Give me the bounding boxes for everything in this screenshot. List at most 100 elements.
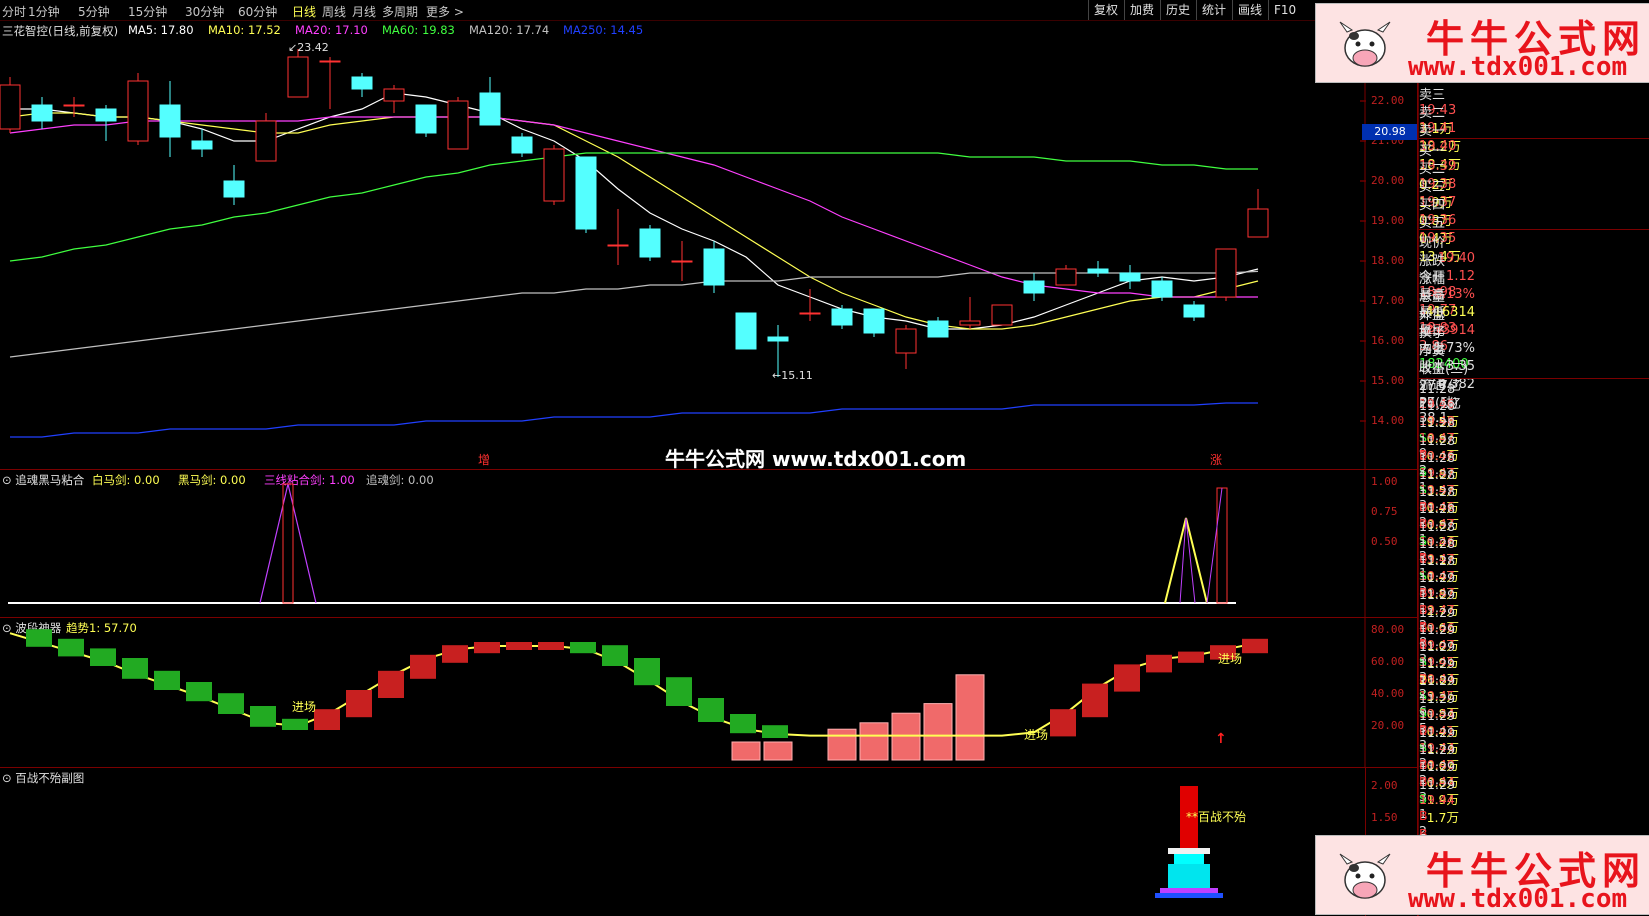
quote-panel: 卖三 19.43 3.1万 卖二 19.41 38.2万 卖一 19.40 18.4万 买一 19…	[1418, 82, 1649, 916]
tick-time: 11:29	[1419, 725, 1456, 740]
current-price-tag: 20.98	[1362, 124, 1418, 140]
period-tab-8[interactable]: 月线	[352, 3, 376, 20]
wave-green-block	[154, 670, 180, 690]
toolbar-button-1[interactable]: 加费	[1124, 0, 1159, 20]
toolbar-button-5[interactable]: F10	[1268, 0, 1301, 20]
tick-time: 11:29	[1419, 570, 1456, 586]
candle-body	[223, 180, 245, 198]
period-tab-2[interactable]: 5分钟	[78, 3, 110, 20]
tick-time: 11:29	[1419, 639, 1456, 654]
wave-green-block	[698, 698, 724, 722]
tick-row: 11:29 19.45 26.8万 S 6	[1419, 639, 1649, 718]
stat-row-3: 总量 416314 量比 3.86	[1419, 286, 1649, 354]
watermark-url: www.tdx001.com	[1408, 884, 1628, 914]
candle-body	[735, 312, 757, 350]
candle-body	[127, 80, 149, 142]
wave-red-block	[1178, 651, 1204, 663]
period-tab-10[interactable]: 更多 >	[426, 3, 464, 20]
candle-body	[1215, 248, 1237, 298]
cow-logo-icon	[1339, 21, 1391, 67]
center-watermark: 牛牛公式网 www.tdx001.com	[665, 447, 967, 471]
entry-label-1: 进场	[292, 700, 317, 714]
wave-green-block	[666, 677, 692, 706]
sub3-axis-tick: 1.50	[1371, 811, 1398, 824]
period-tab-6[interactable]: 日线	[292, 3, 316, 20]
wave-green-block	[570, 642, 596, 654]
wave-volume-bar	[827, 728, 857, 761]
zhang-marker: 涨	[1210, 453, 1223, 467]
heima-indicator-chart[interactable]	[0, 470, 1418, 617]
candle-body	[1183, 304, 1205, 318]
candle-body	[831, 308, 853, 326]
tick-time: 11:28	[1419, 535, 1456, 551]
tick-price: 19.44	[1419, 791, 1455, 807]
buy-row-3: 买四 19.36 0.4万	[1419, 194, 1649, 247]
up-arrow-icon: ↑	[1215, 731, 1227, 747]
wave-green-block	[602, 645, 628, 666]
stat-label: 涨跌	[1419, 254, 1446, 269]
candlestick-chart[interactable]	[0, 21, 1418, 469]
candle-body	[479, 92, 501, 126]
price-axis-tick: 17.00	[1371, 294, 1405, 307]
tick-time: 11:29	[1419, 656, 1456, 672]
tick-time: 11:29	[1419, 690, 1456, 706]
wave-red-block	[1082, 683, 1108, 718]
period-tab-0[interactable]: 分时	[2, 3, 26, 20]
period-tab-4[interactable]: 30分钟	[185, 3, 224, 20]
period-tab-1[interactable]: 1分钟	[28, 3, 60, 20]
candle-body	[1023, 280, 1045, 294]
period-tab-5[interactable]: 60分钟	[238, 3, 277, 20]
tick-time: 11:28	[1419, 415, 1456, 431]
sub-panel-wave: ⊙ 波段神器 趋势1: 57.70 进场 进场 进场 ↑ 80.00 60.00 4…	[0, 618, 1418, 767]
buy-label: 买四	[1419, 198, 1446, 213]
entry-label-3: 进场	[1218, 652, 1243, 666]
candle-body	[1247, 208, 1269, 238]
candle-body	[703, 248, 725, 286]
tick-time: 11:28	[1419, 518, 1456, 534]
price-axis-tick: 14.00	[1371, 414, 1405, 427]
stat-row-2: 涨幅 6.13% 最低 18.83	[1419, 268, 1649, 336]
buy-row-2: 买三 19.37 0.8万	[1419, 176, 1649, 229]
quote-divider-2	[1419, 229, 1649, 230]
wave-indicator-chart[interactable]	[0, 618, 1418, 767]
stat-label: 外盘	[1419, 308, 1446, 323]
tick-row: 11:29 19.47 1.9万 B 2	[1419, 622, 1649, 701]
tick-time: 11:28	[1419, 501, 1456, 517]
wave-red-block	[506, 642, 532, 650]
stat-row-6: 净资 3.35 流通 24.1亿	[1419, 340, 1649, 412]
toolbar-button-2[interactable]: 历史	[1160, 0, 1195, 20]
wave-green-block	[250, 706, 276, 727]
sub1-axis: 1.00 0.75 0.50	[1365, 470, 1418, 617]
toolbar-button-4[interactable]: 画线	[1232, 0, 1267, 20]
tick-time: 11:29	[1419, 707, 1456, 723]
tick-time: 11:28	[1419, 449, 1456, 465]
tick-time: 11:28	[1419, 484, 1456, 500]
period-tab-9[interactable]: 多周期	[382, 3, 418, 20]
period-tab-3[interactable]: 15分钟	[128, 3, 167, 20]
tick-volume: 1.7万	[1426, 809, 1459, 825]
buy-label: 买一	[1419, 144, 1446, 159]
ma5-line	[10, 92, 1259, 330]
period-tab-7[interactable]: 周线	[322, 3, 346, 20]
wave-red-block	[538, 642, 564, 650]
candle-body	[511, 136, 533, 154]
baizhan-label: **百战不殆	[1186, 810, 1247, 824]
wave-red-block	[410, 654, 436, 679]
toolbar-button-3[interactable]: 统计	[1196, 0, 1231, 20]
candle-body	[991, 304, 1013, 326]
candle-body	[799, 312, 821, 315]
price-axis-tick: 16.00	[1371, 334, 1405, 347]
price-axis-tick: 15.00	[1371, 374, 1405, 387]
candle-body	[671, 260, 693, 263]
sell-label: 卖二	[1419, 106, 1446, 121]
toolbar-button-0[interactable]: 复权	[1088, 0, 1123, 20]
wave-volume-bar	[955, 674, 985, 761]
tick-time: 11:29	[1419, 759, 1456, 775]
candle-body	[415, 104, 437, 134]
candle-body	[191, 140, 213, 150]
sell-row-1: 卖二 19.41 38.2万	[1419, 102, 1649, 155]
wave-volume-bar	[731, 741, 761, 761]
tick-row: 11:28 19.46 9.5万 S 9	[1419, 381, 1649, 460]
candle-body	[351, 76, 373, 90]
tick-time: 11:28	[1419, 432, 1456, 448]
